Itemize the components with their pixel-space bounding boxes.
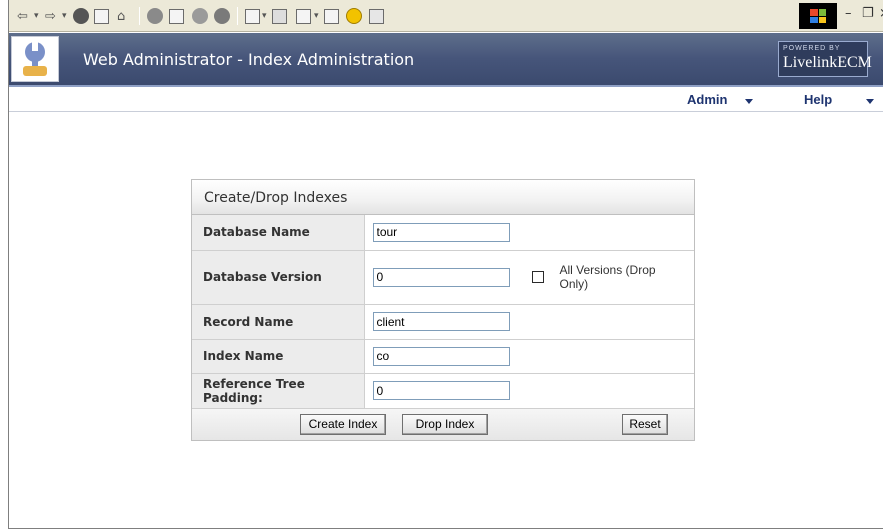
forward-icon[interactable]: ⇨ (45, 8, 56, 24)
drop-index-button[interactable]: Drop Index (402, 413, 488, 435)
home-icon[interactable]: ⌂ (117, 8, 125, 24)
app-title: Web Administrator - Index Administration (83, 50, 415, 69)
main-content: Create/Drop Indexes Database Name Databa… (9, 113, 883, 528)
messenger-icon[interactable] (346, 8, 362, 24)
admin-menu[interactable]: Admin (687, 92, 727, 107)
index-form: Database Name Database Version All Versi… (192, 215, 694, 409)
browser-window: ⇦ ▾ ⇨ ▾ ⌂ ▾ ▾ – ❐ × (8, 0, 883, 529)
research-icon[interactable] (369, 8, 384, 24)
record-name-label: Record Name (192, 304, 365, 340)
refresh-icon[interactable] (94, 8, 109, 24)
database-name-label: Database Name (192, 215, 365, 251)
brand-name: LivelinkECM (783, 54, 872, 71)
reset-button[interactable]: Reset (622, 413, 668, 435)
button-row: Create Index Drop Index Reset (192, 408, 694, 440)
index-name-input[interactable] (372, 346, 510, 366)
mail-icon[interactable] (245, 8, 260, 24)
form-row-database-version: Database Version All Versions (Drop Only… (192, 250, 694, 305)
index-name-label: Index Name (192, 339, 365, 374)
back-dropdown-icon[interactable]: ▾ (34, 8, 39, 24)
livelink-logo: POWERED BY LivelinkECM (778, 41, 872, 77)
form-row-record-name: Record Name (192, 304, 694, 340)
app-header: Web Administrator - Index Administration… (9, 33, 883, 87)
record-name-input[interactable] (372, 312, 510, 331)
close-icon[interactable]: × (879, 6, 883, 21)
panel-title: Create/Drop Indexes (192, 180, 694, 215)
ref-tree-padding-input[interactable] (372, 381, 510, 400)
search-icon[interactable] (147, 8, 163, 24)
all-versions-label: All Versions (Drop Only) (559, 263, 656, 291)
database-name-input[interactable] (372, 222, 510, 242)
create-index-button[interactable]: Create Index (300, 413, 386, 435)
browser-toolbar: ⇦ ▾ ⇨ ▾ ⌂ ▾ ▾ – ❐ × (9, 0, 883, 32)
ref-tree-padding-label: Reference Tree Padding: (192, 373, 365, 409)
form-row-ref-tree-padding: Reference Tree Padding: (192, 373, 694, 409)
admin-dropdown-icon[interactable] (745, 99, 753, 104)
edit-icon[interactable] (296, 8, 311, 24)
wrench-icon (11, 36, 59, 82)
help-menu[interactable]: Help (804, 92, 832, 107)
help-dropdown-icon[interactable] (866, 99, 874, 104)
form-row-database-name: Database Name (192, 215, 694, 251)
edit-dropdown-icon[interactable]: ▾ (314, 8, 319, 24)
nav-bar: Admin Help (9, 89, 883, 112)
mail-dropdown-icon[interactable]: ▾ (262, 8, 267, 24)
back-icon[interactable]: ⇦ (17, 8, 28, 24)
history-icon[interactable] (214, 8, 230, 24)
discuss-icon[interactable] (324, 8, 339, 24)
stop-icon[interactable] (73, 8, 89, 24)
restore-icon[interactable]: ❐ (862, 6, 874, 21)
create-drop-panel: Create/Drop Indexes Database Name Databa… (191, 179, 695, 441)
print-icon[interactable] (272, 8, 287, 24)
form-row-index-name: Index Name (192, 339, 694, 374)
forward-dropdown-icon[interactable]: ▾ (62, 8, 67, 24)
database-version-input[interactable] (372, 267, 510, 287)
all-versions-checkbox[interactable] (531, 271, 544, 283)
minimize-icon[interactable]: – (845, 6, 852, 21)
windows-logo-icon (799, 3, 837, 29)
favorites-icon[interactable] (169, 8, 184, 24)
media-icon[interactable] (192, 8, 208, 24)
database-version-label: Database Version (192, 250, 365, 305)
brand-tagline: POWERED BY (783, 45, 841, 52)
